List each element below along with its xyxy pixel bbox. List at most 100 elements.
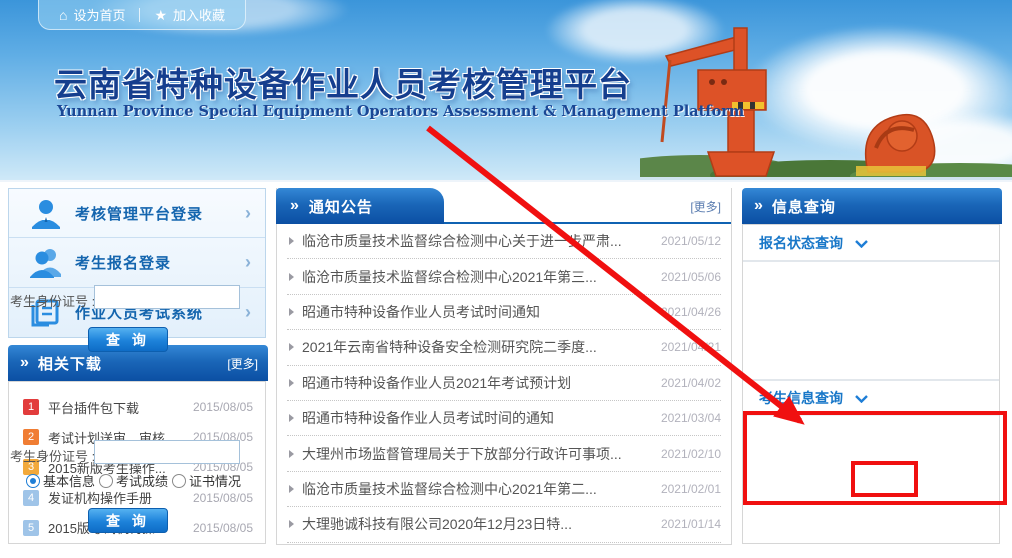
notice-title[interactable]: 大理驰诚科技有限公司2020年12月23日特... (302, 514, 651, 534)
id-number-input[interactable] (94, 440, 240, 464)
bullet-arrow-icon (289, 237, 294, 245)
notice-date: 2021/05/06 (661, 270, 721, 284)
double-arrow-icon: » (20, 354, 29, 372)
rank-badge: 1 (23, 399, 39, 415)
query-button[interactable]: 查 询 (88, 327, 168, 352)
download-title[interactable]: 平台插件包下载 (48, 398, 187, 417)
notices-more-link[interactable]: [更多] (690, 198, 721, 215)
notice-title[interactable]: 临沧市质量技术监督综合检测中心2021年第三... (302, 267, 651, 287)
site-subtitle: Yunnan Province Special Equipment Operat… (57, 103, 744, 120)
bullet-arrow-icon (289, 308, 294, 316)
downloads-more-link[interactable]: [更多] (227, 355, 258, 372)
bullet-arrow-icon (289, 379, 294, 387)
radio-label: 考试成绩 (116, 471, 168, 490)
radio-icon[interactable] (99, 474, 113, 488)
notice-title[interactable]: 昭通市特种设备作业人员考试时间的通知 (302, 408, 651, 428)
id-number-label: 考生身份证号 : (10, 446, 95, 465)
add-favorite-button[interactable]: ★ 加入收藏 (154, 5, 225, 24)
notices-panel: » 通知公告 [更多] 临沧市质量技术监督综合检测中心关于进一步严肃... 20… (276, 188, 732, 545)
query-title: 信息查询 (772, 196, 836, 217)
divider (139, 8, 140, 22)
bullet-arrow-icon (289, 414, 294, 422)
chevron-down-icon (855, 240, 868, 248)
download-title[interactable]: 发证机构操作手册 (48, 488, 187, 507)
chevron-right-icon: › (245, 203, 251, 224)
download-date: 2015/08/05 (193, 521, 253, 535)
notice-title[interactable]: 临沧市质量技术监督综合检测中心2021年第二... (302, 479, 651, 499)
rank-badge: 2 (23, 429, 39, 445)
bullet-arrow-icon (289, 485, 294, 493)
user-icon (29, 196, 75, 230)
notice-item[interactable]: 临沧市质量技术监督综合检测中心2021年第三... 2021/05/06 (287, 259, 721, 294)
id-number-label: 考生身份证号 : (10, 291, 95, 310)
radio-label: 基本信息 (43, 471, 95, 490)
bullet-arrow-icon (289, 273, 294, 281)
banner: ⌂ 设为首页 ★ 加入收藏 云南省特种设备作业人员考核管理平台 Yunnan P… (0, 0, 1012, 182)
notice-item[interactable]: 临沧市质量技术监督综合检测中心2021年第二... 2021/02/01 (287, 472, 721, 507)
notice-date: 2021/05/12 (661, 234, 721, 248)
section-registration-status[interactable]: 报名状态查询 (743, 225, 999, 262)
notice-title[interactable]: 临沧市质量技术监督综合检测中心关于进一步严肃... (302, 231, 651, 251)
users-icon (29, 245, 75, 279)
chevron-right-icon: › (245, 252, 251, 273)
login-item-candidate[interactable]: 考生报名登录 › (9, 238, 265, 287)
radio-icon[interactable] (26, 474, 40, 488)
radio-label: 证书情况 (189, 471, 241, 490)
site-title: 云南省特种设备作业人员考核管理平台 (54, 58, 632, 106)
rank-badge: 4 (23, 490, 39, 506)
set-homepage-button[interactable]: ⌂ 设为首页 (59, 5, 125, 24)
notice-title[interactable]: 昭通市特种设备作业人员考试时间通知 (302, 302, 651, 322)
download-date: 2015/08/05 (193, 491, 253, 505)
page: ⌂ 设为首页 ★ 加入收藏 云南省特种设备作业人员考核管理平台 Yunnan P… (0, 0, 1012, 558)
notice-title[interactable]: 大理州市场监督管理局关于下放部分行政许可事项... (302, 444, 651, 464)
notice-item[interactable]: 昭通市特种设备作业人员考试时间通知 2021/04/26 (287, 295, 721, 330)
notice-date: 2021/02/01 (661, 482, 721, 496)
login-item-label: 考核管理平台登录 (75, 203, 245, 224)
section-title: 报名状态查询 (759, 233, 843, 253)
section-candidate-info[interactable]: 考生信息查询 (743, 379, 999, 416)
radio-exam-score[interactable]: 考试成绩 (99, 471, 168, 490)
radio-basic-info[interactable]: 基本信息 (26, 471, 95, 490)
notice-date: 2021/03/04 (661, 411, 721, 425)
bullet-arrow-icon (289, 450, 294, 458)
notice-item[interactable]: 昭通市特种设备作业人员考试时间的通知 2021/03/04 (287, 401, 721, 436)
notice-date: 2021/02/10 (661, 447, 721, 461)
login-menu: 考核管理平台登录 › 考生报名登录 › 作业人员考试系统 › (8, 188, 266, 338)
notice-title[interactable]: 2021年云南省特种设备安全检测研究院二季度... (302, 337, 651, 357)
double-arrow-icon: » (754, 197, 763, 215)
login-item-label: 考生报名登录 (75, 252, 245, 273)
home-icon: ⌂ (59, 8, 67, 22)
notice-item[interactable]: 2021年云南省特种设备安全检测研究院二季度... 2021/04/21 (287, 330, 721, 365)
login-item-platform[interactable]: 考核管理平台登录 › (9, 189, 265, 238)
double-arrow-icon: » (290, 197, 299, 215)
radio-certificate-status[interactable]: 证书情况 (172, 471, 241, 490)
chevron-down-icon (855, 395, 868, 403)
query-button[interactable]: 查 询 (88, 508, 168, 533)
notices-header: » 通知公告 [更多] (277, 188, 731, 224)
radio-icon[interactable] (172, 474, 186, 488)
set-homepage-label: 设为首页 (73, 5, 125, 24)
notices-title: 通知公告 (309, 196, 373, 217)
notices-tab[interactable]: » 通知公告 (276, 188, 444, 224)
bullet-arrow-icon (289, 520, 294, 528)
notice-date: 2021/04/26 (661, 305, 721, 319)
id-number-input[interactable] (94, 285, 240, 309)
notice-title[interactable]: 昭通市特种设备作业人员2021年考试预计划 (302, 373, 651, 393)
downloads-title: 相关下载 (38, 353, 102, 374)
notice-date: 2021/04/02 (661, 376, 721, 390)
section-title: 考生信息查询 (759, 388, 843, 408)
notice-item[interactable]: 大理州市场监督管理局关于下放部分行政许可事项... 2021/02/10 (287, 436, 721, 471)
notice-date: 2021/01/14 (661, 517, 721, 531)
notice-item[interactable]: 大理驰诚科技有限公司2020年12月23日特... 2021/01/14 (287, 507, 721, 542)
star-icon: ★ (154, 8, 167, 22)
notice-item[interactable]: 临沧市质量技术监督综合检测中心关于进一步严肃... 2021/05/12 (287, 224, 721, 259)
query-header: » 信息查询 (742, 188, 1002, 224)
rank-badge: 5 (23, 520, 39, 536)
add-favorite-label: 加入收藏 (173, 5, 225, 24)
notice-date: 2021/04/21 (661, 340, 721, 354)
topbar: ⌂ 设为首页 ★ 加入收藏 (38, 0, 246, 30)
query-type-radio-group: 基本信息 考试成绩 证书情况 (26, 471, 241, 490)
notice-item[interactable]: 昭通市特种设备作业人员2021年考试预计划 2021/04/02 (287, 366, 721, 401)
download-item[interactable]: 1 平台插件包下载 2015/08/05 (9, 392, 265, 422)
bullet-arrow-icon (289, 343, 294, 351)
